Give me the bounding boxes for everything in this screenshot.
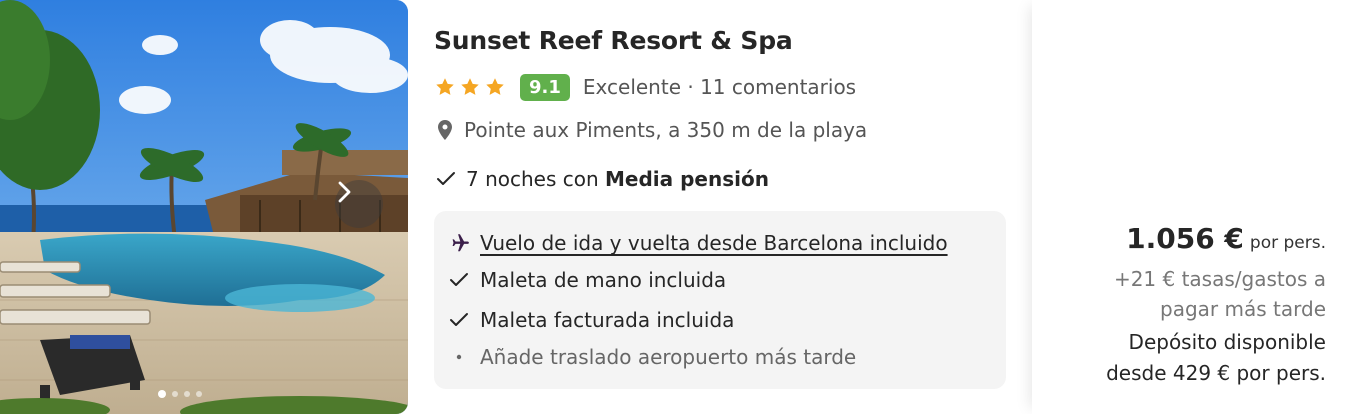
- board-row: 7 noches con Media pensión: [436, 167, 769, 191]
- gallery-dot[interactable]: [196, 391, 202, 397]
- check-icon: [450, 313, 468, 326]
- price-panel: 1.056 € por pers. +21 € tasas/gastos a p…: [1032, 0, 1350, 414]
- feature-transfer: Añade traslado aeropuerto más tarde: [448, 345, 856, 369]
- star-icon: [461, 78, 479, 95]
- deposit-note: Depósito disponible desde 429 € por pers…: [1106, 330, 1326, 385]
- review-summary[interactable]: Excelente · 11 comentarios: [583, 75, 856, 99]
- chevron-right-icon: [338, 181, 351, 203]
- gallery-dot[interactable]: [158, 390, 166, 398]
- feature-text: Maleta facturada incluida: [480, 308, 735, 332]
- star-rating: [434, 76, 506, 98]
- feature-text: Añade traslado aeropuerto más tarde: [480, 345, 857, 369]
- star-icon: [486, 78, 504, 95]
- feature-text: Maleta de mano incluida: [480, 268, 727, 292]
- feature-checked-bag: Maleta facturada incluida: [448, 308, 734, 332]
- fees-note: +21 € tasas/gastos a pagar más tarde: [1113, 267, 1326, 321]
- gallery-dots: [158, 390, 202, 398]
- included-features-box: Vuelo de ida y vuelta desde Barcelona in…: [434, 211, 1006, 389]
- feature-carry-on: Maleta de mano incluida: [448, 268, 726, 292]
- location-pin-icon: [438, 120, 452, 140]
- bullet-icon: [456, 354, 462, 360]
- hotel-name[interactable]: Sunset Reef Resort & Spa: [434, 26, 793, 55]
- score-badge: 9.1: [520, 73, 570, 101]
- hotel-photo[interactable]: [0, 0, 408, 414]
- board-name: Media pensión: [605, 167, 769, 191]
- gallery-dot[interactable]: [184, 391, 190, 397]
- feature-text[interactable]: Vuelo de ida y vuelta desde Barcelona in…: [480, 231, 948, 255]
- rating-row: 9.1 Excelente · 11 comentarios: [434, 72, 856, 102]
- star-icon: [436, 78, 454, 95]
- location-row: Pointe aux Piments, a 350 m de la playa: [438, 118, 867, 142]
- price-amount: 1.056 €: [1126, 222, 1244, 255]
- feature-flight[interactable]: Vuelo de ida y vuelta desde Barcelona in…: [448, 231, 948, 255]
- hotel-info: Sunset Reef Resort & Spa 9.1 Excelente ·…: [434, 0, 1006, 414]
- location-text: Pointe aux Piments, a 350 m de la playa: [464, 118, 868, 142]
- price-per-label: por pers.: [1249, 233, 1326, 253]
- check-icon: [437, 172, 455, 185]
- check-icon: [450, 273, 468, 286]
- plane-icon: [452, 234, 469, 252]
- price-line: 1.056 € por pers.: [1126, 222, 1326, 255]
- next-image-button[interactable]: [335, 180, 383, 228]
- gallery-dot[interactable]: [172, 391, 178, 397]
- board-prefix: 7 noches con: [466, 167, 599, 191]
